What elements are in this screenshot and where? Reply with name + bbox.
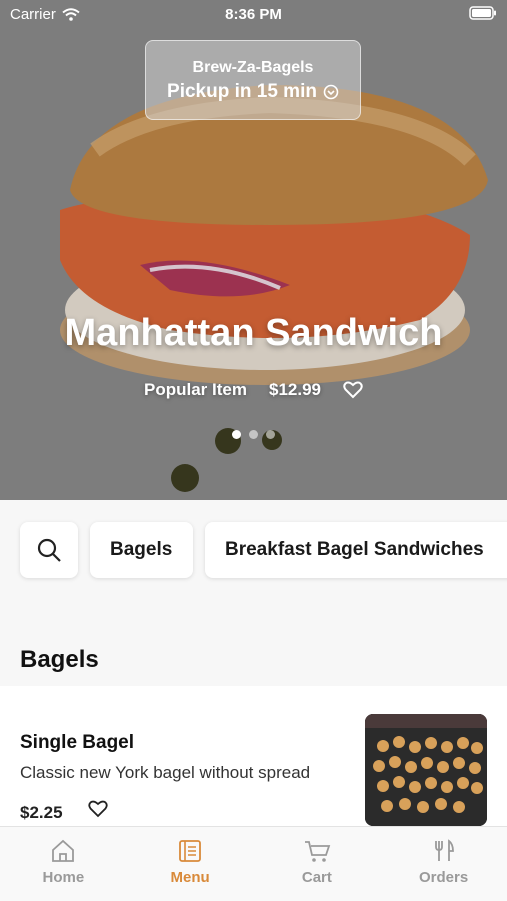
tab-label: Cart	[301, 869, 332, 886]
tab-label: Home	[42, 869, 85, 886]
menu-item[interactable]: Single Bagel Classic new York bagel with…	[0, 686, 507, 826]
home-icon	[52, 839, 75, 862]
carousel-dot[interactable]	[266, 430, 275, 439]
carousel-dots[interactable]	[0, 430, 507, 439]
battery-icon	[469, 6, 497, 24]
item-image[interactable]	[365, 714, 487, 826]
orders-icon	[434, 839, 454, 861]
search-icon	[37, 538, 61, 562]
tab-bar: Home Menu Cart Orders	[0, 826, 507, 901]
item-name: Single Bagel	[20, 732, 135, 753]
tab-cart[interactable]: Cart	[254, 827, 381, 901]
heart-icon[interactable]	[88, 800, 108, 818]
section-title: Bagels	[20, 646, 99, 673]
category-chip-bagels[interactable]: Bagels	[90, 522, 193, 578]
store-selector[interactable]: Brew-Za-Bagels Pickup in 15 min	[145, 40, 361, 120]
tab-menu[interactable]: Menu	[127, 827, 254, 901]
section-header: Bagels	[0, 618, 507, 686]
carousel-dot[interactable]	[232, 430, 241, 439]
cart-icon	[304, 841, 331, 862]
tab-orders[interactable]: Orders	[380, 827, 507, 901]
menu-icon	[179, 840, 202, 862]
carousel-dot[interactable]	[249, 430, 258, 439]
popular-badge: Popular Item	[144, 380, 247, 399]
item-price: $2.25	[20, 803, 63, 822]
search-button[interactable]	[20, 522, 78, 578]
pickup-label: Pickup in 15 min	[167, 81, 317, 102]
hero-banner[interactable]: Carrier 8:36 PM Brew-Za-Bagels Pickup in…	[0, 0, 507, 500]
tab-label: Orders	[419, 869, 469, 886]
status-bar: Carrier 8:36 PM	[0, 0, 507, 28]
hero-price: $12.99	[268, 380, 321, 399]
tab-home[interactable]: Home	[0, 827, 127, 901]
hero-meta: Popular Item $12.99	[0, 380, 507, 400]
store-name: Brew-Za-Bagels	[192, 59, 314, 76]
hero-title: Manhattan Sandwich	[64, 312, 443, 354]
chevron-down-icon	[323, 84, 339, 100]
pickup-time: Pickup in 15 min	[146, 81, 360, 103]
category-bar: Bagels Breakfast Bagel Sandwiches	[0, 500, 507, 618]
heart-icon[interactable]	[343, 381, 363, 399]
item-description: Classic new York bagel without spread	[20, 763, 311, 782]
status-time: 8:36 PM	[225, 6, 282, 23]
category-chip-breakfast-sandwiches[interactable]: Breakfast Bagel Sandwiches	[205, 522, 507, 578]
tab-label: Menu	[170, 869, 210, 886]
